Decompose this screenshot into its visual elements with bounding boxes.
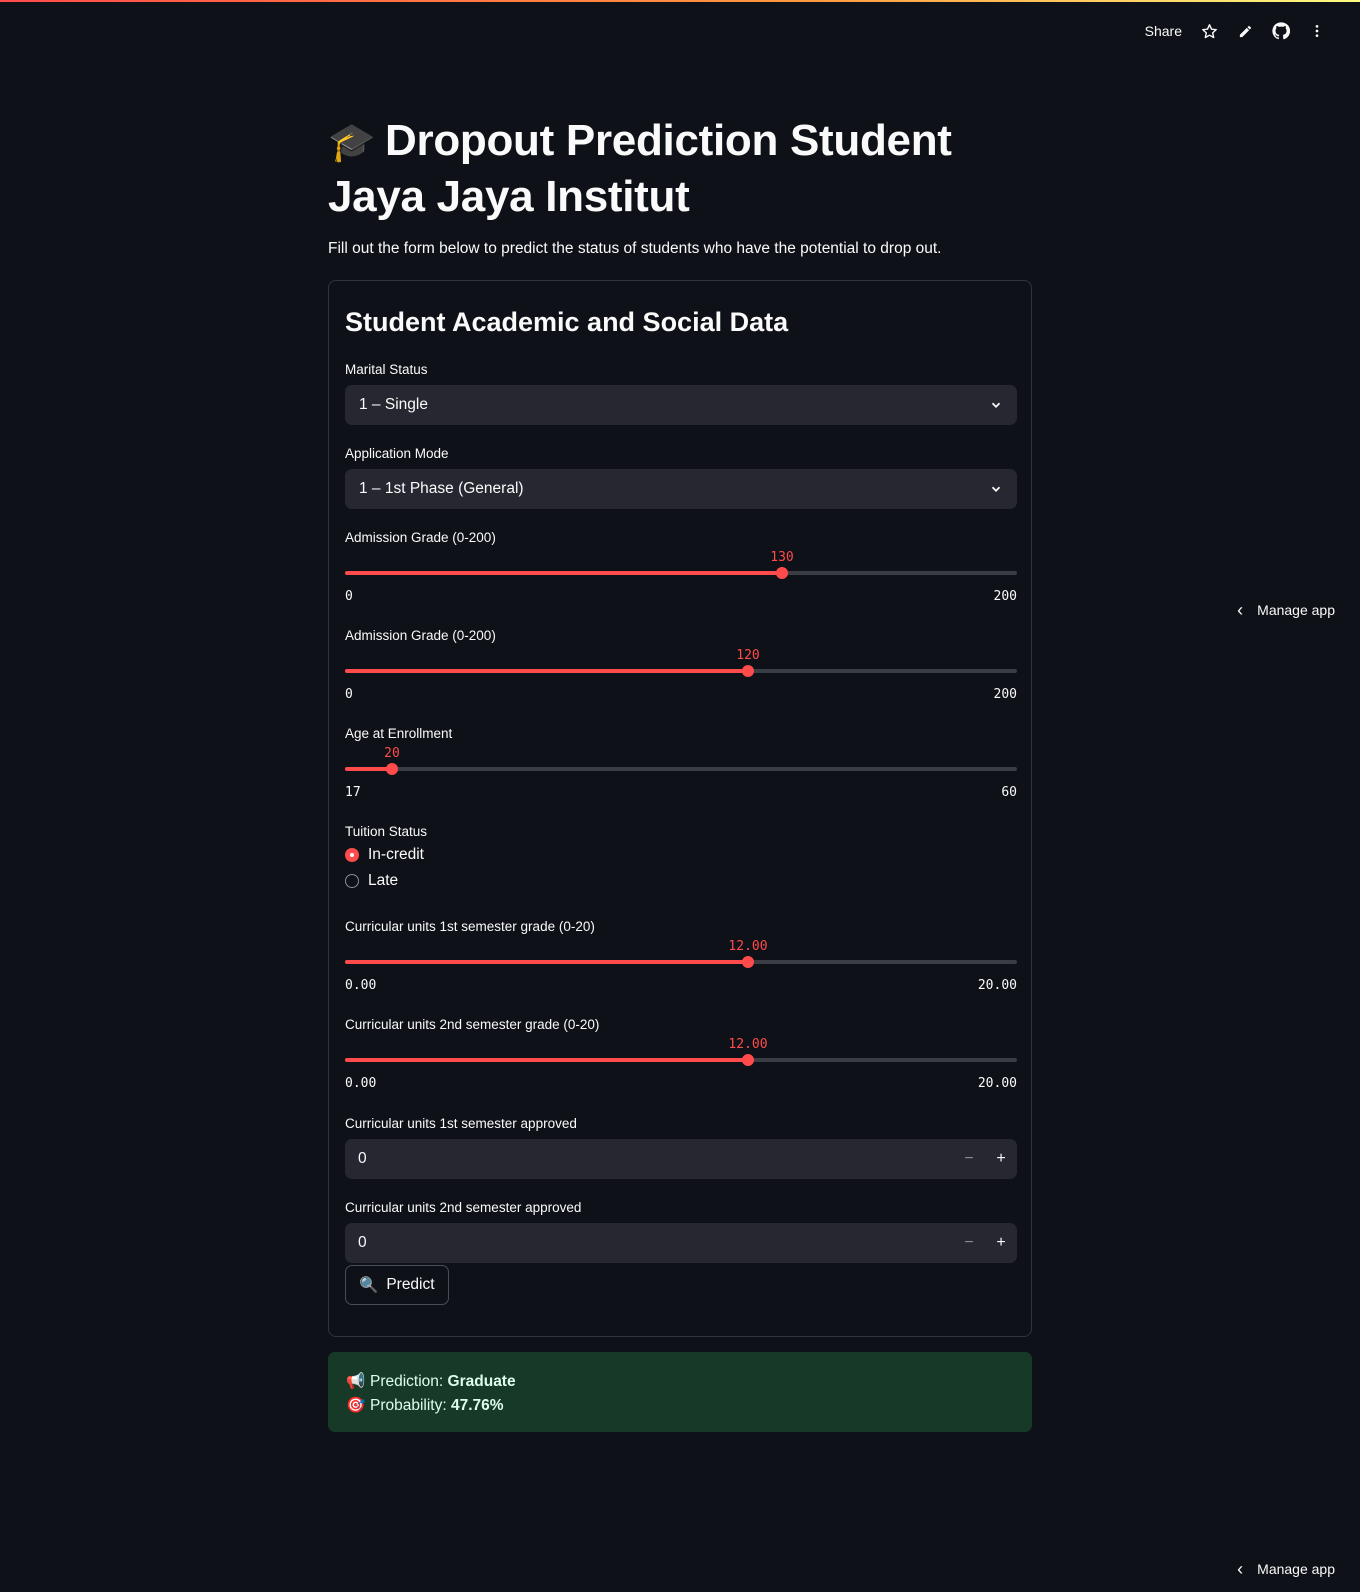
increment-button[interactable]: + xyxy=(985,1139,1017,1179)
share-button[interactable]: Share xyxy=(1145,23,1182,39)
top-decoration-bar xyxy=(0,0,1360,2)
chevron-left-icon: ‹ xyxy=(1237,1559,1244,1579)
approved-1st-input[interactable] xyxy=(345,1138,953,1180)
slider-min: 0 xyxy=(345,687,353,702)
slider-thumb[interactable] xyxy=(776,567,788,579)
magnifier-icon: 🔍 xyxy=(359,1276,379,1294)
form-title: Student Academic and Social Data xyxy=(345,307,789,337)
slider-max: 200 xyxy=(993,589,1017,604)
manage-app-button[interactable]: ‹ Manage app xyxy=(1237,601,1335,619)
radio-option-label: Late xyxy=(368,872,399,889)
slider-fill xyxy=(345,767,392,771)
slider-max: 20.00 xyxy=(977,978,1017,993)
approved-2nd-label: Curricular units 2nd semester approved xyxy=(345,1200,582,1215)
approved-1st-label: Curricular units 1st semester approved xyxy=(345,1116,577,1131)
prediction-value: Graduate xyxy=(447,1373,516,1390)
radio-option-label: In-credit xyxy=(368,846,424,863)
graduation-cap-icon: 🎓 xyxy=(328,122,376,164)
slider-value: 12.00 xyxy=(728,1037,768,1052)
manage-app-button-bottom[interactable]: ‹ Manage app xyxy=(1237,1560,1335,1578)
semester2-grade-slider[interactable]: 12.00 0.00 20.00 xyxy=(345,1037,1017,1091)
slider-value: 20 xyxy=(384,746,400,761)
decrement-button[interactable]: − xyxy=(953,1223,985,1263)
page-title-text: Dropout Prediction Student Jaya Jaya Ins… xyxy=(328,116,952,221)
radio-unselected-icon xyxy=(345,874,359,888)
slider-fill xyxy=(345,1058,748,1062)
slider-fill xyxy=(345,571,782,575)
slider-fill xyxy=(345,960,748,964)
approved-2nd-input-group: − + xyxy=(345,1222,1017,1264)
megaphone-icon: 📢 xyxy=(346,1373,366,1390)
slider-min: 17 xyxy=(345,785,361,800)
predict-button[interactable]: 🔍 Predict xyxy=(345,1265,449,1305)
semester1-grade-label: Curricular units 1st semester grade (0-2… xyxy=(345,919,595,934)
more-vertical-icon[interactable] xyxy=(1308,22,1326,40)
github-icon[interactable] xyxy=(1272,22,1290,40)
slider-thumb[interactable] xyxy=(742,956,754,968)
semester1-grade-slider[interactable]: 12.00 0.00 20.00 xyxy=(345,939,1017,993)
semester2-grade-label: Curricular units 2nd semester grade (0-2… xyxy=(345,1017,600,1032)
student-form: Student Academic and Social Data Marital… xyxy=(328,280,1032,1337)
probability-value: 47.76% xyxy=(451,1397,504,1414)
chevron-left-icon: ‹ xyxy=(1237,600,1244,620)
pencil-icon[interactable] xyxy=(1236,22,1254,40)
slider-max: 200 xyxy=(993,687,1017,702)
star-icon[interactable] xyxy=(1200,22,1218,40)
predict-label: Predict xyxy=(386,1276,435,1293)
slider-value: 120 xyxy=(736,648,760,663)
slider-max: 60 xyxy=(1001,785,1017,800)
admission-grade-label-2: Admission Grade (0-200) xyxy=(345,628,496,643)
chevron-down-icon xyxy=(991,486,1001,492)
slider-track xyxy=(345,767,1017,771)
application-mode-label: Application Mode xyxy=(345,446,449,461)
slider-min: 0.00 xyxy=(345,978,377,993)
age-at-enrollment-label: Age at Enrollment xyxy=(345,726,453,741)
app-header-actions: Share xyxy=(1145,22,1326,40)
slider-value: 130 xyxy=(770,550,794,565)
slider-fill xyxy=(345,669,748,673)
marital-status-value: 1 – Single xyxy=(359,396,428,413)
prediction-line: 📢 Prediction: Graduate xyxy=(346,1370,1014,1394)
page-title: 🎓 Dropout Prediction Student Jaya Jaya In… xyxy=(328,114,1032,223)
radio-selected-icon xyxy=(345,848,359,862)
slider-min: 0 xyxy=(345,589,353,604)
radio-option-late[interactable]: Late xyxy=(345,872,398,890)
slider-thumb[interactable] xyxy=(742,1054,754,1066)
probability-line: 🎯 Probability: 47.76% xyxy=(346,1394,1014,1418)
manage-app-label: Manage app xyxy=(1257,602,1335,618)
slider-thumb[interactable] xyxy=(386,763,398,775)
tuition-status-label: Tuition Status xyxy=(345,824,428,839)
admission-grade-label: Admission Grade (0-200) xyxy=(345,530,496,545)
decrement-button[interactable]: − xyxy=(953,1139,985,1179)
application-mode-select[interactable]: 1 – 1st Phase (General) xyxy=(345,469,1017,509)
marital-status-select[interactable]: 1 – Single xyxy=(345,385,1017,425)
increment-button[interactable]: + xyxy=(985,1223,1017,1263)
slider-thumb[interactable] xyxy=(742,665,754,677)
approved-1st-input-group: − + xyxy=(345,1138,1017,1180)
age-at-enrollment-slider[interactable]: 20 17 60 xyxy=(345,746,1017,800)
chevron-down-icon xyxy=(991,402,1001,408)
manage-app-label: Manage app xyxy=(1257,1561,1335,1577)
slider-max: 20.00 xyxy=(977,1076,1017,1091)
admission-grade-slider-2[interactable]: 120 0 200 xyxy=(345,648,1017,702)
slider-value: 12.00 xyxy=(728,939,768,954)
radio-option-in-credit[interactable]: In-credit xyxy=(345,846,424,864)
approved-2nd-input[interactable] xyxy=(345,1222,953,1264)
target-icon: 🎯 xyxy=(346,1397,366,1414)
prediction-label: Prediction: xyxy=(370,1373,444,1390)
admission-grade-slider[interactable]: 130 0 200 xyxy=(345,550,1017,604)
prediction-result-alert: 📢 Prediction: Graduate 🎯 Probability: 47.7… xyxy=(328,1352,1032,1432)
slider-min: 0.00 xyxy=(345,1076,377,1091)
marital-status-label: Marital Status xyxy=(345,362,428,377)
page-subtitle: Fill out the form below to predict the s… xyxy=(328,240,942,257)
probability-label: Probability: xyxy=(370,1397,447,1414)
application-mode-value: 1 – 1st Phase (General) xyxy=(359,480,524,497)
